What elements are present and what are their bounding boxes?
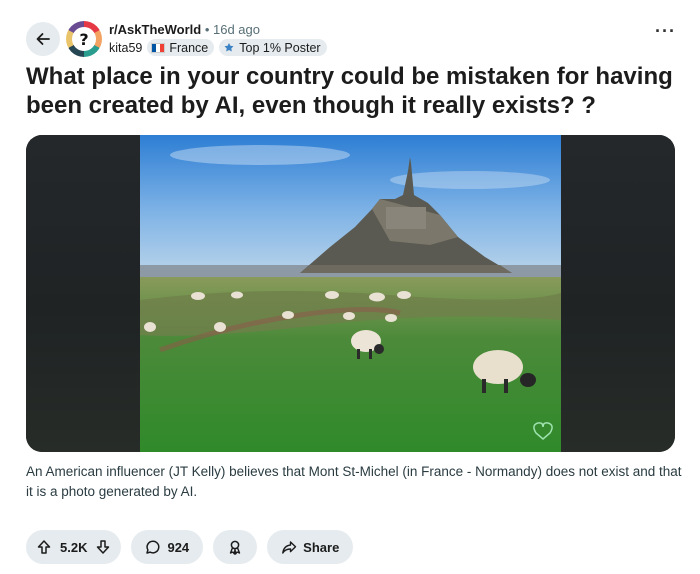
- vote-count: 5.2K: [60, 539, 88, 555]
- post-image-container[interactable]: [26, 135, 675, 452]
- subreddit-avatar[interactable]: ?: [66, 21, 102, 57]
- arrow-up-icon[interactable]: [36, 539, 52, 555]
- post-header: ? r/AskTheWorld • 16d ago kita59 France …: [0, 0, 700, 60]
- comments-button[interactable]: 924: [131, 530, 204, 564]
- country-flair: France: [147, 39, 215, 56]
- author-line: kita59 France Top 1% Poster: [109, 39, 327, 56]
- post-title[interactable]: What place in your country could be mist…: [26, 62, 686, 120]
- author-link[interactable]: kita59: [109, 41, 142, 55]
- arrow-down-icon[interactable]: [95, 539, 111, 555]
- comment-count: 924: [167, 539, 190, 555]
- post-meta-line: r/AskTheWorld • 16d ago: [109, 22, 260, 38]
- france-flag-icon: [151, 42, 166, 53]
- image-blur-left: [26, 135, 140, 452]
- award-button[interactable]: [213, 530, 258, 564]
- top-poster-flair: Top 1% Poster: [219, 39, 327, 56]
- top-poster-badge-icon: [224, 42, 234, 51]
- mont-saint-michel-photo: [140, 135, 561, 452]
- share-button[interactable]: Share: [267, 530, 354, 564]
- post-time: • 16d ago: [204, 22, 260, 37]
- award-icon: [229, 540, 241, 555]
- arrow-left-icon: [36, 33, 50, 45]
- question-mark-icon: ?: [72, 27, 96, 51]
- more-horizontal-icon: ···: [655, 21, 676, 41]
- share-label: Share: [303, 539, 340, 555]
- vote-control: 5.2K: [26, 530, 122, 564]
- image-blur-right: [561, 135, 675, 452]
- top-poster-label: Top 1% Poster: [239, 40, 321, 55]
- back-button[interactable]: [26, 22, 60, 56]
- country-flair-label: France: [169, 40, 209, 55]
- share-arrow-icon: [282, 541, 297, 554]
- comment-bubble-icon: [146, 540, 160, 554]
- subreddit-link[interactable]: r/AskTheWorld: [109, 22, 201, 37]
- post-caption: An American influencer (JT Kelly) believ…: [26, 464, 682, 499]
- post-actions: 5.2K 924 Share: [26, 530, 354, 564]
- more-options-button[interactable]: ···: [655, 22, 676, 40]
